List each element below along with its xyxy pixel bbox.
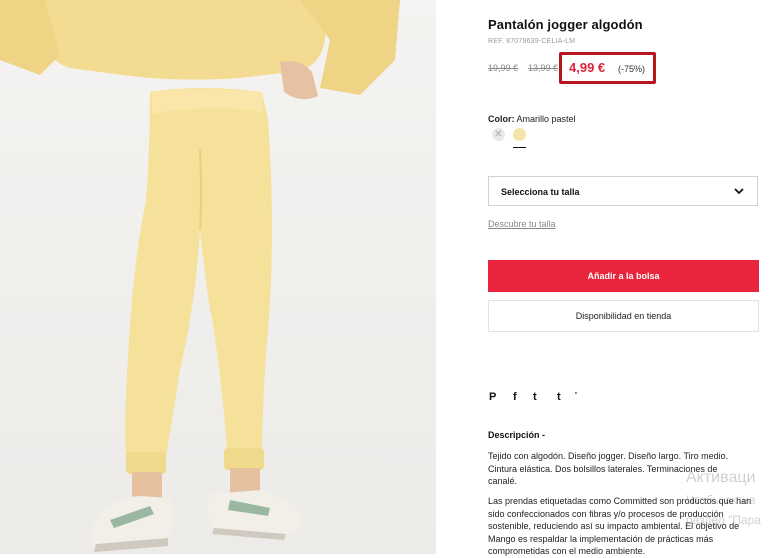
size-select[interactable]: Selecciona tu talla bbox=[488, 176, 758, 206]
twitter-icon[interactable]: t bbox=[533, 391, 537, 403]
color-swatch-amarillo-pastel[interactable] bbox=[513, 128, 526, 141]
add-to-bag-button[interactable]: Añadir a la bolsa bbox=[488, 260, 759, 292]
pinterest-icon[interactable]: P bbox=[489, 391, 496, 403]
color-label: Color: Amarillo pastel bbox=[488, 114, 576, 124]
store-availability-button[interactable]: Disponibilidad en tienda bbox=[488, 300, 759, 332]
chevron-down-icon bbox=[734, 188, 744, 195]
color-value: Amarillo pastel bbox=[516, 114, 576, 124]
os-activation-watermark-title: Активаци bbox=[686, 469, 756, 486]
more-icon[interactable]: ' bbox=[575, 391, 577, 400]
sale-price: 4,99 € bbox=[569, 60, 606, 75]
unavailable-color-swatch[interactable]: ✕ bbox=[492, 128, 505, 141]
color-label-key: Color: bbox=[488, 114, 515, 124]
facebook-icon[interactable]: f bbox=[513, 391, 517, 403]
tumblr-icon[interactable]: t bbox=[557, 391, 561, 403]
previous-price: 13,99 € bbox=[528, 63, 559, 73]
os-activation-watermark-line: Чтобы актив bbox=[686, 493, 756, 507]
os-activation-watermark-line: раздел "Пара bbox=[686, 513, 761, 527]
product-photo-illustration bbox=[0, 0, 400, 552]
product-photo bbox=[0, 0, 436, 554]
cross-icon: ✕ bbox=[494, 129, 503, 140]
size-select-label: Selecciona tu talla bbox=[501, 187, 580, 197]
description-heading[interactable]: Descripción - bbox=[488, 430, 545, 440]
original-price: 19,99 € bbox=[488, 63, 519, 73]
discount-badge: (-75%) bbox=[618, 64, 646, 74]
product-reference: REF. 87079639-CELIA-LM bbox=[488, 38, 576, 45]
selected-swatch-indicator bbox=[513, 147, 526, 148]
size-guide-link[interactable]: Descubre tu talla bbox=[488, 219, 556, 229]
product-title: Pantalón jogger algodón bbox=[488, 17, 643, 32]
